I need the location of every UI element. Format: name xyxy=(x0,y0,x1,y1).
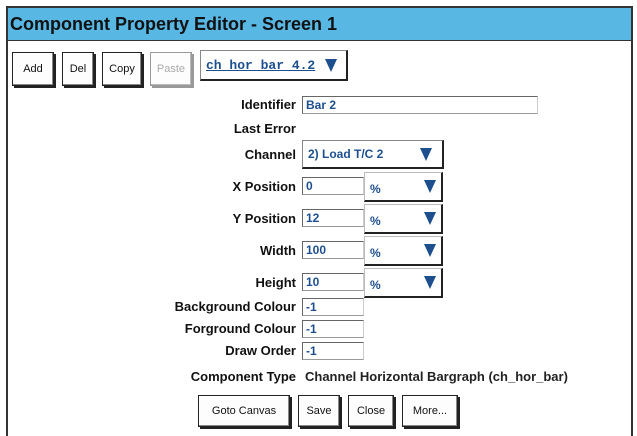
x-position-input[interactable]: 0 xyxy=(302,177,364,195)
chevron-down-icon xyxy=(325,59,337,72)
x-position-unit-select[interactable]: % xyxy=(364,172,443,202)
y-position-unit-select[interactable]: % xyxy=(364,204,443,234)
width-unit: % xyxy=(370,246,381,260)
height-input[interactable]: 10 xyxy=(302,273,364,291)
del-button[interactable]: Del xyxy=(62,52,94,86)
y-position-label: Y Position xyxy=(232,211,296,226)
component-select[interactable]: ch_hor_bar_4.2 xyxy=(200,50,348,81)
chevron-down-icon xyxy=(424,244,436,257)
background-colour-input[interactable]: -1 xyxy=(302,298,364,316)
draw-order-input[interactable]: -1 xyxy=(302,342,364,360)
x-position-unit: % xyxy=(370,182,381,196)
forground-colour-input[interactable]: -1 xyxy=(302,320,364,338)
chevron-down-icon xyxy=(420,148,432,161)
channel-label: Channel xyxy=(244,147,296,162)
height-label: Height xyxy=(255,275,296,290)
identifier-label: Identifier xyxy=(241,97,296,112)
last-error-label: Last Error xyxy=(233,121,296,136)
background-colour-label: Background Colour xyxy=(174,299,296,314)
channel-select-value: 2) Load T/C 2 xyxy=(308,147,384,161)
height-unit: % xyxy=(370,278,381,292)
chevron-down-icon xyxy=(424,212,436,225)
identifier-input[interactable]: Bar 2 xyxy=(302,96,538,114)
component-type-label: Component Type xyxy=(190,369,296,384)
more-button[interactable]: More... xyxy=(402,395,458,427)
close-button[interactable]: Close xyxy=(348,395,394,427)
width-input[interactable]: 100 xyxy=(302,241,364,259)
y-position-unit: % xyxy=(370,214,381,228)
forground-colour-label: Forground Colour xyxy=(184,321,296,336)
chevron-down-icon xyxy=(424,276,436,289)
width-unit-select[interactable]: % xyxy=(364,236,443,266)
channel-select[interactable]: 2) Load T/C 2 xyxy=(302,140,444,169)
copy-button[interactable]: Copy xyxy=(102,52,142,86)
goto-canvas-button[interactable]: Goto Canvas xyxy=(198,395,290,427)
height-unit-select[interactable]: % xyxy=(364,268,443,298)
component-type-value: Channel Horizontal Bargraph (ch_hor_bar) xyxy=(305,369,568,384)
component-select-value: ch_hor_bar_4.2 xyxy=(206,58,316,73)
draw-order-label: Draw Order xyxy=(225,343,296,358)
add-button[interactable]: Add xyxy=(12,52,54,86)
window-title: Component Property Editor - Screen 1 xyxy=(8,8,631,41)
x-position-label: X Position xyxy=(232,179,296,194)
save-button[interactable]: Save xyxy=(298,395,340,427)
paste-button[interactable]: Paste xyxy=(150,52,192,86)
y-position-input[interactable]: 12 xyxy=(302,209,364,227)
chevron-down-icon xyxy=(424,180,436,193)
width-label: Width xyxy=(260,243,296,258)
